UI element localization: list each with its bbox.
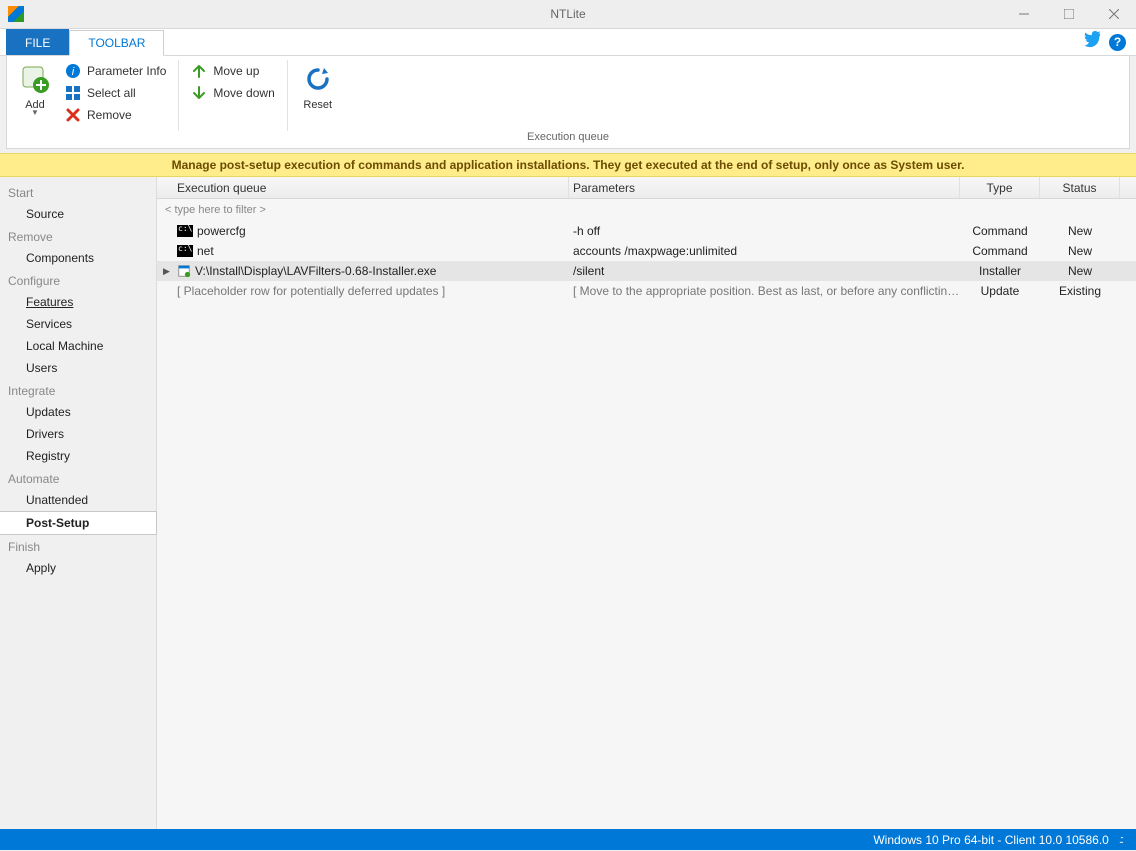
app-icon	[8, 6, 24, 22]
resize-grip-icon[interactable]: .::	[1119, 834, 1122, 846]
col-header-status[interactable]: Status	[1040, 177, 1120, 198]
move-down-label: Move down	[213, 86, 274, 100]
grid-header: Execution queue Parameters Type Status	[157, 177, 1136, 199]
chevron-down-icon: ▼	[31, 108, 39, 117]
sidebar-item-services[interactable]: Services	[0, 313, 156, 335]
info-icon: i	[65, 63, 81, 79]
reset-icon	[302, 63, 334, 95]
row-params: [ Move to the appropriate position. Best…	[569, 284, 960, 298]
row-params: -h off	[569, 224, 960, 238]
col-header-queue[interactable]: Execution queue	[157, 177, 569, 198]
sidebar-head-finish: Finish	[0, 535, 156, 557]
content-area: Execution queue Parameters Type Status <…	[157, 177, 1136, 829]
remove-button[interactable]: Remove	[61, 104, 170, 126]
select-all-button[interactable]: Select all	[61, 82, 170, 104]
select-all-icon	[65, 85, 81, 101]
installer-icon	[177, 264, 191, 278]
row-status: Existing	[1040, 284, 1120, 298]
cmd-icon	[177, 245, 193, 257]
sidebar-head-start: Start	[0, 181, 156, 203]
row-name: [ Placeholder row for potentially deferr…	[177, 284, 445, 298]
sidebar-item-registry[interactable]: Registry	[0, 445, 156, 467]
parameter-info-label: Parameter Info	[87, 64, 166, 78]
sidebar-head-remove: Remove	[0, 225, 156, 247]
sidebar-item-features[interactable]: Features	[0, 291, 156, 313]
row-type: Installer	[960, 264, 1040, 278]
tab-toolbar[interactable]: TOOLBAR	[69, 30, 164, 56]
status-text: Windows 10 Pro 64-bit - Client 10.0 1058…	[873, 833, 1108, 847]
grid-body: powercfg-h offCommandNewnetaccounts /max…	[157, 221, 1136, 301]
arrow-down-icon	[191, 85, 207, 101]
move-up-button[interactable]: Move up	[187, 60, 278, 82]
filter-input[interactable]: < type here to filter >	[157, 199, 1136, 221]
arrow-up-icon	[191, 63, 207, 79]
row-status: New	[1040, 244, 1120, 258]
sidebar-item-source[interactable]: Source	[0, 203, 156, 225]
move-down-button[interactable]: Move down	[187, 82, 278, 104]
row-name: powercfg	[197, 224, 246, 238]
row-status: New	[1040, 224, 1120, 238]
sidebar-item-drivers[interactable]: Drivers	[0, 423, 156, 445]
sidebar: Start Source Remove Components Configure…	[0, 177, 157, 829]
add-button[interactable]: Add ▼	[13, 60, 57, 117]
twitter-icon[interactable]	[1083, 31, 1101, 54]
table-row[interactable]: ▶ V:\Install\Display\LAVFilters-0.68-Inst…	[157, 261, 1136, 281]
remove-label: Remove	[87, 108, 132, 122]
move-up-label: Move up	[213, 64, 259, 78]
help-icon[interactable]: ?	[1109, 34, 1126, 51]
col-header-type[interactable]: Type	[960, 177, 1040, 198]
window-title: NTLite	[0, 7, 1136, 21]
row-params: /silent	[569, 264, 960, 278]
sidebar-item-local-machine[interactable]: Local Machine	[0, 335, 156, 357]
row-params: accounts /maxpwage:unlimited	[569, 244, 960, 258]
table-row[interactable]: net accounts /maxpwage:unlimitedCommandNe…	[157, 241, 1136, 261]
sidebar-item-unattended[interactable]: Unattended	[0, 489, 156, 511]
close-button[interactable]	[1091, 0, 1136, 29]
col-header-params[interactable]: Parameters	[569, 177, 960, 198]
select-all-label: Select all	[87, 86, 136, 100]
ribbon-tabs: FILE TOOLBAR ?	[0, 29, 1136, 56]
ribbon-group-label: Execution queue	[7, 131, 1129, 148]
minimize-button[interactable]	[1001, 0, 1046, 29]
titlebar: NTLite	[0, 0, 1136, 29]
sidebar-item-users[interactable]: Users	[0, 357, 156, 379]
remove-icon	[65, 107, 81, 123]
table-row[interactable]: powercfg -h offCommandNew	[157, 221, 1136, 241]
row-type: Update	[960, 284, 1040, 298]
sidebar-head-automate: Automate	[0, 467, 156, 489]
sidebar-item-post-setup[interactable]: Post-Setup	[0, 511, 157, 535]
row-type: Command	[960, 244, 1040, 258]
row-name: net	[197, 244, 214, 258]
sidebar-item-components[interactable]: Components	[0, 247, 156, 269]
reset-button[interactable]: Reset	[296, 60, 340, 111]
parameter-info-button[interactable]: i Parameter Info	[61, 60, 170, 82]
add-icon	[19, 63, 51, 95]
table-row[interactable]: [ Placeholder row for potentially deferr…	[157, 281, 1136, 301]
row-type: Command	[960, 224, 1040, 238]
row-name: V:\Install\Display\LAVFilters-0.68-Insta…	[195, 264, 436, 278]
ribbon: Add ▼ i Parameter Info Select all Remove	[7, 56, 1129, 148]
sidebar-head-configure: Configure	[0, 269, 156, 291]
info-banner: Manage post-setup execution of commands …	[0, 153, 1136, 177]
maximize-button[interactable]	[1046, 0, 1091, 29]
tab-file[interactable]: FILE	[6, 29, 69, 55]
row-status: New	[1040, 264, 1120, 278]
status-bar: Windows 10 Pro 64-bit - Client 10.0 1058…	[0, 829, 1136, 850]
sidebar-item-apply[interactable]: Apply	[0, 557, 156, 579]
cmd-icon	[177, 225, 193, 237]
reset-label: Reset	[303, 99, 332, 111]
row-arrow-icon: ▶	[163, 266, 171, 277]
sidebar-item-updates[interactable]: Updates	[0, 401, 156, 423]
sidebar-head-integrate: Integrate	[0, 379, 156, 401]
